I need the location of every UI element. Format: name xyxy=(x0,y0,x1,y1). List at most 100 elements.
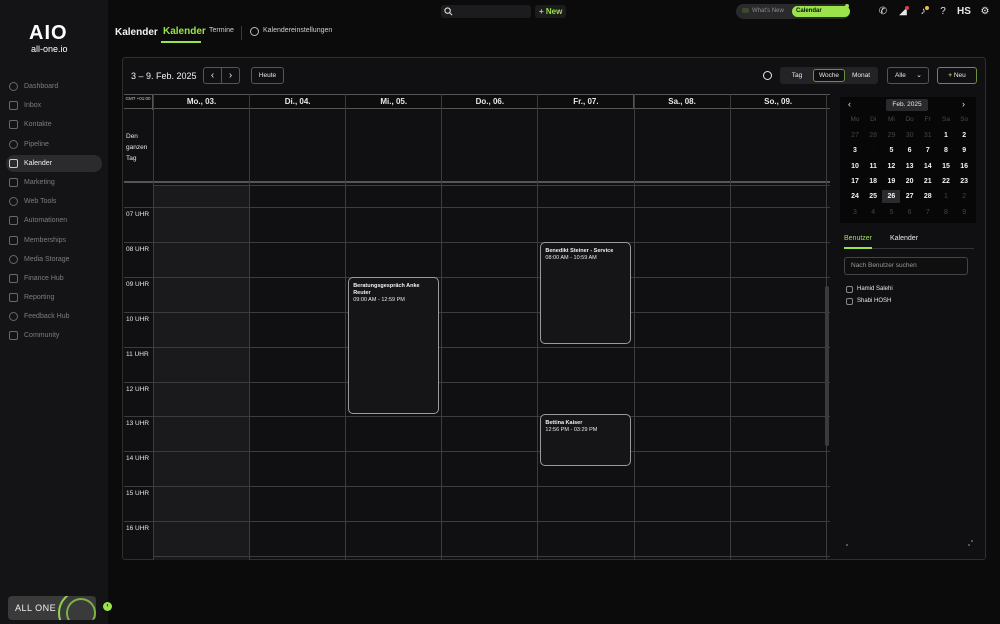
bell-icon[interactable]: ♪ xyxy=(916,5,930,19)
mini-calendar-day[interactable]: 14 xyxy=(919,160,937,173)
day-header[interactable]: Mo., 03. xyxy=(154,95,251,109)
user-checkbox[interactable] xyxy=(846,285,853,293)
mini-calendar-day[interactable]: 17 xyxy=(846,175,864,188)
user-search-input[interactable]: Nach Benutzer suchen xyxy=(844,257,968,275)
view-day-button[interactable]: Tag xyxy=(783,69,811,82)
day-header[interactable]: Di., 04. xyxy=(250,95,347,109)
mini-calendar-day[interactable]: 26 xyxy=(882,190,901,204)
mini-calendar-day[interactable]: 4 xyxy=(864,206,882,219)
mini-calendar-day[interactable]: 19 xyxy=(882,175,900,188)
sun-icon[interactable] xyxy=(763,71,772,80)
sidebar-item-pipeline[interactable]: Pipeline xyxy=(6,136,102,153)
mini-calendar-day[interactable]: 18 xyxy=(864,175,882,188)
whats-new-link[interactable]: What's New xyxy=(742,7,784,16)
user-avatar[interactable]: HS xyxy=(956,5,972,19)
mini-calendar-day[interactable]: 25 xyxy=(864,190,882,203)
mini-calendar-day[interactable]: 7 xyxy=(919,206,937,219)
sidebar-item-dashboard[interactable]: Dashboard xyxy=(6,78,102,95)
mini-calendar-day[interactable]: 1 xyxy=(937,129,955,142)
mini-calendar-day[interactable]: 27 xyxy=(846,129,864,142)
global-search-input[interactable] xyxy=(441,5,531,18)
mini-calendar-day[interactable]: 2 xyxy=(955,190,973,203)
mini-calendar-day[interactable]: 5 xyxy=(882,144,900,157)
mini-calendar-day[interactable]: 23 xyxy=(955,175,973,188)
mini-calendar-day[interactable]: 11 xyxy=(864,160,882,173)
logo[interactable]: AIO all-one.io xyxy=(29,22,79,56)
mini-calendar-day[interactable]: 6 xyxy=(901,206,919,219)
sidebar-item-automationen[interactable]: Automationen xyxy=(6,212,102,229)
mini-calendar-day[interactable]: 12 xyxy=(882,160,900,173)
day-header[interactable]: Mi., 05. xyxy=(346,95,443,109)
view-month-button[interactable]: Monat xyxy=(847,69,875,82)
sidebar-item-memberships[interactable]: Memberships xyxy=(6,232,102,249)
mini-calendar-day[interactable]: 8 xyxy=(937,144,955,157)
mini-calendar-day[interactable]: 13 xyxy=(901,160,919,173)
day-header[interactable]: Fr., 07. xyxy=(538,95,635,109)
mini-prev-month-button[interactable]: ‹ xyxy=(848,99,851,109)
sidebar-item-finance-hub[interactable]: Finance Hub xyxy=(6,270,102,287)
mini-calendar-day[interactable]: 9 xyxy=(955,206,973,219)
mini-calendar-day[interactable]: 6 xyxy=(901,144,919,157)
mini-calendar-day[interactable]: 31 xyxy=(919,129,937,142)
mini-calendar-day[interactable]: 7 xyxy=(919,144,937,157)
tab-kalender-filter[interactable]: Kalender xyxy=(890,235,918,242)
mini-calendar-day[interactable]: 16 xyxy=(955,160,973,173)
phone-icon[interactable]: ✆ xyxy=(876,5,890,19)
sidebar-item-media-storage[interactable]: Media Storage xyxy=(6,251,102,268)
sidebar-item-inbox[interactable]: Inbox xyxy=(6,97,102,114)
mini-calendar-day[interactable]: 8 xyxy=(937,206,955,219)
sidebar-item-feedback-hub[interactable]: Feedback Hub xyxy=(6,308,102,325)
megaphone-icon[interactable]: ◢ xyxy=(896,5,910,19)
sidebar-item-web-tools[interactable]: Web Tools xyxy=(6,193,102,210)
calendar-event[interactable]: Beratungsgespräch Anke Reuter 09:00 AM - … xyxy=(348,277,440,414)
updates-pill[interactable]: What's New Calendar Updates xyxy=(736,4,850,25)
user-checkbox[interactable] xyxy=(846,297,853,305)
mini-calendar-day[interactable]: 15 xyxy=(937,160,955,173)
mini-calendar-day[interactable]: 29 xyxy=(882,129,900,142)
mini-calendar-day[interactable]: 21 xyxy=(919,175,937,188)
view-week-button[interactable]: Woche xyxy=(813,69,845,82)
day-header[interactable]: So., 09. xyxy=(731,95,827,109)
collapse-sidebar-button[interactable]: ‹ xyxy=(103,602,112,611)
calendar-event[interactable]: Bettina Kaiser 12:56 PM - 03:29 PM xyxy=(540,414,632,466)
sidebar-item-kontakte[interactable]: Kontakte xyxy=(6,116,102,133)
new-global-button[interactable]: + New xyxy=(535,5,567,18)
calendar-updates-badge[interactable]: Calendar Updates xyxy=(792,6,850,25)
mini-calendar-day[interactable]: 2 xyxy=(955,129,973,142)
tab-termine[interactable]: Termine xyxy=(209,27,234,34)
filter-select[interactable]: Alle ⌄ xyxy=(887,67,929,84)
sidebar-item-kalender[interactable]: Kalender xyxy=(6,154,102,172)
tab-kalender[interactable]: Kalender xyxy=(163,26,206,37)
mini-calendar-day[interactable]: 24 xyxy=(846,190,864,203)
next-week-button[interactable]: › xyxy=(222,68,239,83)
today-button[interactable]: Heute xyxy=(251,67,284,84)
mini-calendar-day[interactable]: 4 xyxy=(864,144,882,157)
mini-calendar-day[interactable]: 9 xyxy=(955,144,973,157)
mini-next-month-button[interactable]: › xyxy=(962,99,965,109)
tab-benutzer[interactable]: Benutzer xyxy=(844,235,872,242)
mini-calendar-day[interactable]: 22 xyxy=(937,175,955,188)
help-icon[interactable]: ? xyxy=(936,5,950,19)
tab-kalendereinstellungen[interactable]: Kalendereinstellungen xyxy=(263,27,332,34)
sidebar-item-community[interactable]: Community xyxy=(6,327,102,344)
gear-icon[interactable]: ⚙ xyxy=(978,5,992,19)
mini-calendar-day[interactable]: 3 xyxy=(846,206,864,219)
user-checkbox-row[interactable]: Hamid Salehi xyxy=(846,284,893,294)
mini-calendar-day[interactable]: 20 xyxy=(901,175,919,188)
new-event-button[interactable]: + Neu xyxy=(937,67,977,84)
calendar-event[interactable]: Benedikt Steiner - Service 08:00 AM - 10:… xyxy=(540,242,632,344)
sidebar-item-marketing[interactable]: Marketing xyxy=(6,174,102,191)
mini-calendar-day[interactable]: 28 xyxy=(919,190,937,203)
previous-week-button[interactable]: ‹ xyxy=(204,68,222,83)
mini-calendar-day[interactable]: 30 xyxy=(901,129,919,142)
mini-calendar-day[interactable]: 5 xyxy=(882,206,900,219)
mini-calendar-day[interactable]: 3 xyxy=(846,144,864,157)
mini-calendar-day[interactable]: 28 xyxy=(864,129,882,142)
mini-calendar-day[interactable]: 27 xyxy=(901,190,919,203)
sidebar-item-reporting[interactable]: Reporting xyxy=(6,289,102,306)
user-checkbox-row[interactable]: Shabi HOSH xyxy=(846,296,891,306)
day-header[interactable]: Do., 06. xyxy=(442,95,539,109)
mini-calendar-day[interactable]: 1 xyxy=(937,190,955,203)
mini-calendar-day[interactable]: 10 xyxy=(846,160,864,173)
day-header[interactable]: Sa., 08. xyxy=(635,95,731,109)
